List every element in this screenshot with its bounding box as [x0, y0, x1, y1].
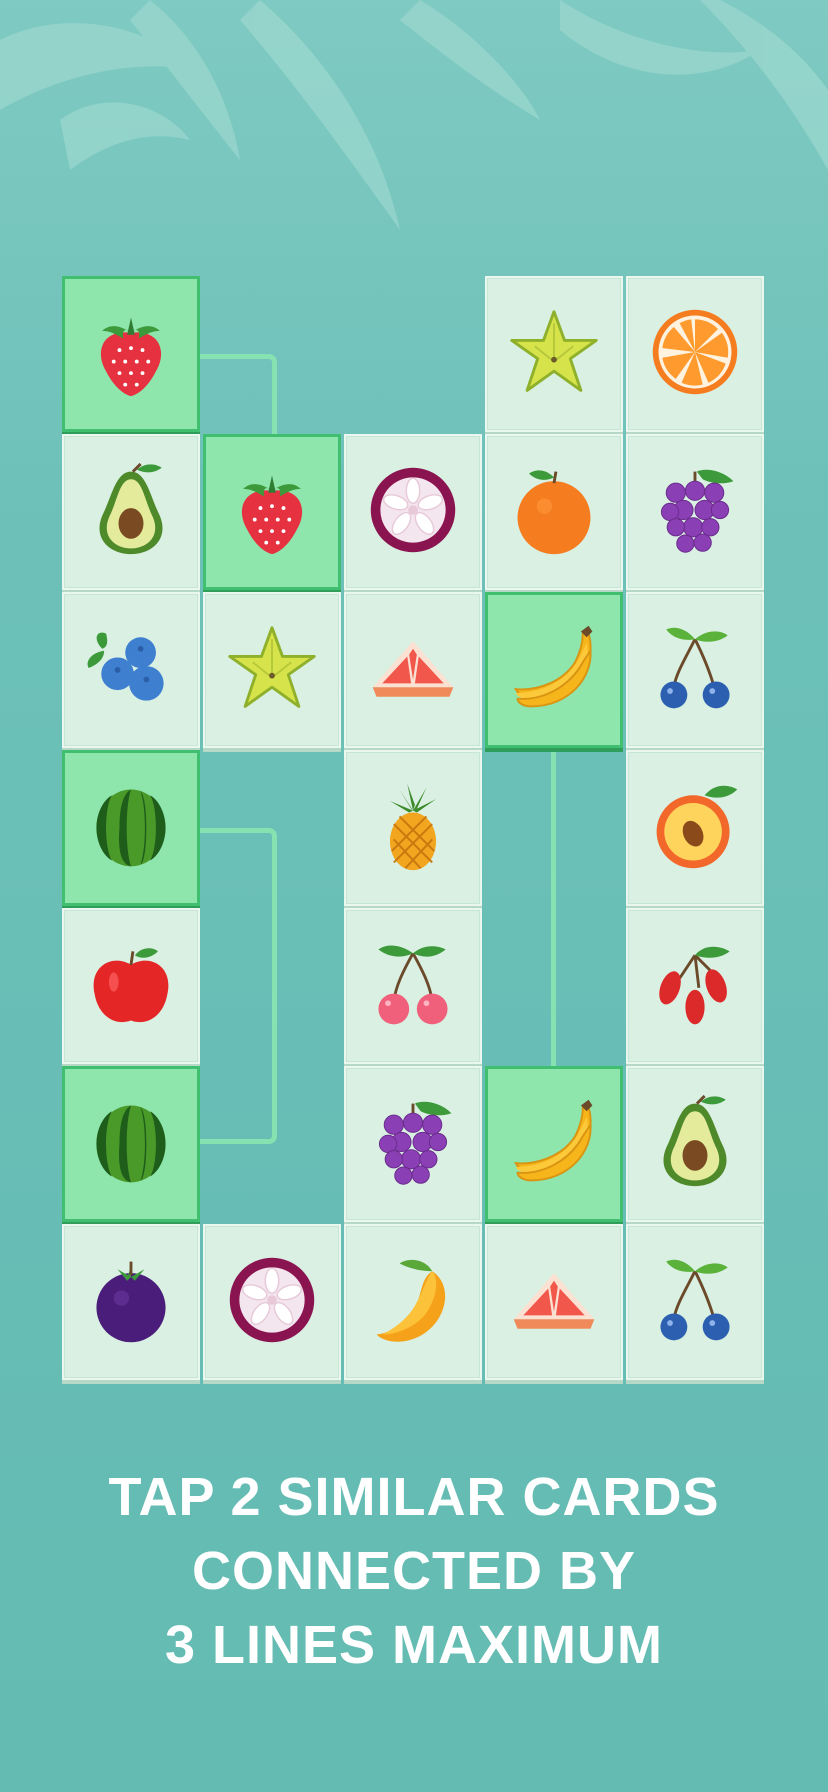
banana-icon	[506, 620, 602, 721]
card-avocado[interactable]	[626, 1066, 764, 1222]
blue-cherries-icon	[647, 620, 743, 721]
card-mangosteen-half[interactable]	[344, 434, 482, 590]
blue-cherries-icon	[647, 1252, 743, 1353]
card-orange-slice[interactable]	[626, 276, 764, 432]
caption-line-1: TAP 2 SIMILAR CARDS	[108, 1467, 720, 1527]
card-grapes[interactable]	[626, 434, 764, 590]
mangosteen-half-icon	[365, 462, 461, 563]
card-grapefruit-slice[interactable]	[344, 592, 482, 748]
card-starfruit[interactable]	[203, 592, 341, 748]
card-mangosteen[interactable]	[62, 1224, 200, 1380]
caption-line-2: CONNECTED BY	[191, 1541, 637, 1601]
card-blue-cherries[interactable]	[626, 1224, 764, 1380]
avocado-icon	[647, 1094, 743, 1195]
starfruit-icon	[224, 620, 320, 721]
card-pineapple[interactable]	[344, 750, 482, 906]
orange-slice-icon	[647, 304, 743, 405]
grapes-icon	[365, 1094, 461, 1195]
card-strawberry[interactable]	[62, 276, 200, 432]
strawberry-icon	[83, 304, 179, 405]
watermelon-icon	[83, 778, 179, 879]
card-grapefruit-slice[interactable]	[485, 1224, 623, 1380]
card-starfruit[interactable]	[485, 276, 623, 432]
banana-icon	[506, 1094, 602, 1195]
card-grapes[interactable]	[344, 1066, 482, 1222]
game-board	[0, 0, 828, 1400]
grapes-icon	[647, 462, 743, 563]
card-cherries[interactable]	[344, 908, 482, 1064]
grapefruit-slice-icon	[365, 620, 461, 721]
starfruit-icon	[506, 304, 602, 405]
card-banana[interactable]	[485, 592, 623, 748]
pineapple-icon	[365, 778, 461, 879]
card-watermelon[interactable]	[62, 750, 200, 906]
instruction-caption: TAP 2 SIMILAR CARDS CONNECTED BY 3 LINES…	[0, 1460, 828, 1682]
watermelon-icon	[83, 1094, 179, 1195]
card-orange[interactable]	[485, 434, 623, 590]
card-blue-cherries[interactable]	[626, 592, 764, 748]
mangosteen-half-icon	[224, 1252, 320, 1353]
card-apple[interactable]	[62, 908, 200, 1064]
goji-berries-icon	[647, 936, 743, 1037]
caption-line-3: 3 LINES MAXIMUM	[164, 1615, 664, 1675]
card-watermelon[interactable]	[62, 1066, 200, 1222]
mangosteen-icon	[83, 1252, 179, 1353]
apple-icon	[83, 936, 179, 1037]
cherries-icon	[365, 936, 461, 1037]
connector-watermelon	[199, 828, 277, 1144]
card-strawberry[interactable]	[203, 434, 341, 590]
card-banana[interactable]	[485, 1066, 623, 1222]
connector-strawberry	[199, 354, 277, 434]
connector-banana	[551, 748, 559, 1072]
grapefruit-slice-icon	[506, 1252, 602, 1353]
orange-icon	[506, 462, 602, 563]
card-mangosteen-half[interactable]	[203, 1224, 341, 1380]
card-mango[interactable]	[344, 1224, 482, 1380]
mango-icon	[365, 1252, 461, 1353]
card-peach-half[interactable]	[626, 750, 764, 906]
card-goji-berries[interactable]	[626, 908, 764, 1064]
card-blueberries[interactable]	[62, 592, 200, 748]
strawberry-icon	[224, 462, 320, 563]
card-avocado[interactable]	[62, 434, 200, 590]
avocado-icon	[83, 462, 179, 563]
peach-half-icon	[647, 778, 743, 879]
blueberries-icon	[83, 620, 179, 721]
